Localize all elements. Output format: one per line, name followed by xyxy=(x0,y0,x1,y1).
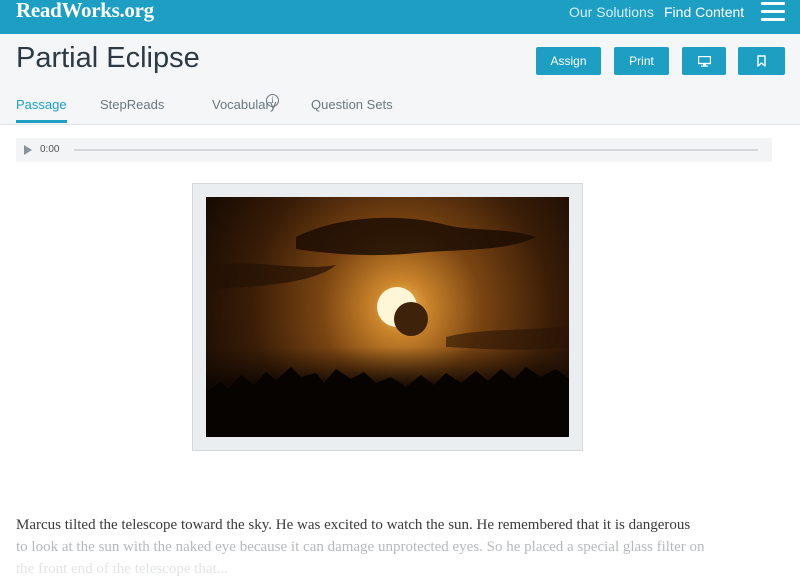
hamburger-menu-icon[interactable] xyxy=(761,2,785,22)
print-button[interactable]: Print xyxy=(614,47,669,75)
audio-player: 0:00 xyxy=(16,138,772,162)
passage-line: the front end of the telescope that... xyxy=(16,561,229,577)
content-tabs: Passage StepReads i Vocabulary Question … xyxy=(0,94,800,125)
tab-vocabulary[interactable]: Vocabulary xyxy=(212,97,276,112)
active-tab-indicator xyxy=(16,120,67,123)
tab-stepreads-label: StepReads xyxy=(100,97,165,112)
tab-passage[interactable]: Passage xyxy=(16,97,67,112)
passage-figure xyxy=(192,183,583,451)
readworks-logo[interactable]: ReadWorks.org xyxy=(16,0,154,23)
audio-time: 0:00 xyxy=(40,144,60,155)
passage-line: Marcus tilted the telescope toward the s… xyxy=(16,517,691,533)
bookmark-button[interactable] xyxy=(738,47,785,75)
nav-our-solutions[interactable]: Our Solutions xyxy=(569,4,654,20)
eclipse-photo xyxy=(206,197,569,437)
tab-stepreads[interactable]: StepReads i xyxy=(100,94,279,112)
tab-question-sets[interactable]: Question Sets xyxy=(311,97,393,112)
nav-find-content[interactable]: Find Content xyxy=(664,4,744,20)
passage-text: Marcus tilted the telescope toward the s… xyxy=(16,514,776,580)
top-nav-bar: ReadWorks.org Our Solutions Find Content xyxy=(0,0,800,34)
play-icon[interactable] xyxy=(24,145,32,155)
page-title: Partial Eclipse xyxy=(16,42,200,74)
passage-line: to look at the sun with the naked eye be… xyxy=(16,539,705,555)
present-button[interactable] xyxy=(682,47,726,75)
monitor-icon xyxy=(697,55,711,67)
page-header: Partial Eclipse Assign Print Passage Ste… xyxy=(0,34,800,125)
assign-button[interactable]: Assign xyxy=(536,47,601,75)
bookmark-icon xyxy=(757,55,766,67)
audio-progress-track[interactable] xyxy=(74,149,758,151)
